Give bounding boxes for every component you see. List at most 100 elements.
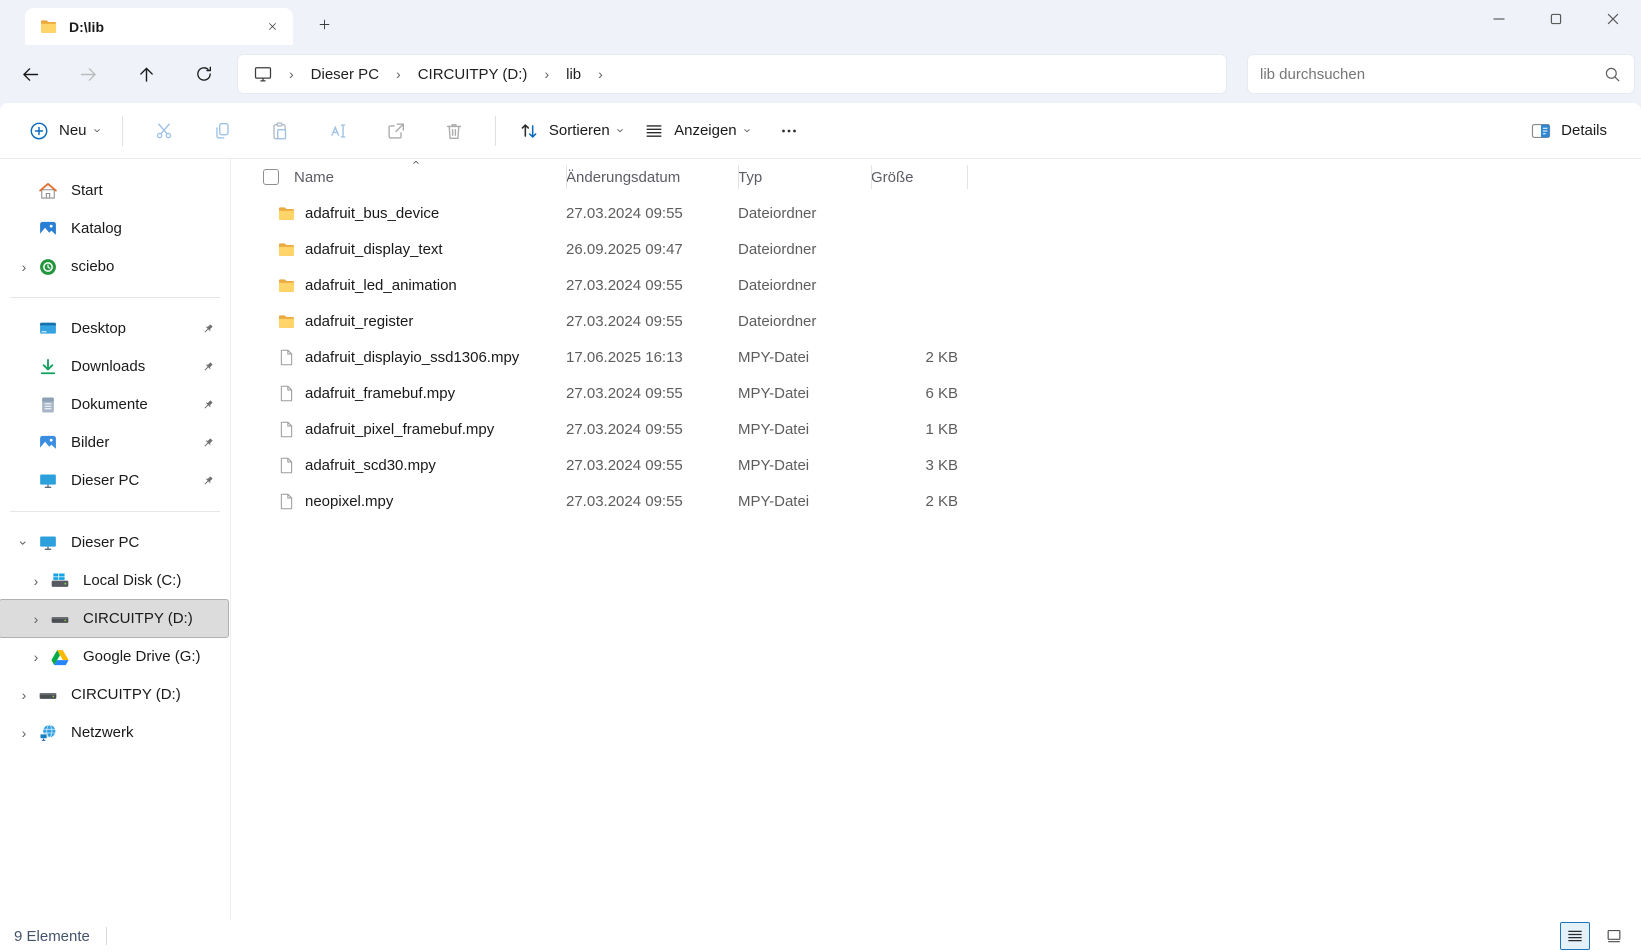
file-name-cell: adafruit_bus_device bbox=[277, 204, 566, 223]
item-count: 9 Elemente bbox=[14, 928, 90, 945]
search-icon[interactable] bbox=[1603, 65, 1622, 84]
explorer-tab[interactable]: D:\lib bbox=[25, 8, 293, 45]
file-row[interactable]: adafruit_led_animation 27.03.2024 09:55 … bbox=[255, 267, 1641, 303]
column-divider[interactable] bbox=[566, 165, 567, 189]
sidebar-item-label: CIRCUITPY (D:) bbox=[83, 610, 193, 627]
file-row[interactable]: adafruit_framebuf.mpy 27.03.2024 09:55 M… bbox=[255, 375, 1641, 411]
sidebar-tree-item[interactable]: › Google Drive (G:) bbox=[0, 638, 226, 675]
file-row[interactable]: adafruit_register 27.03.2024 09:55 Datei… bbox=[255, 303, 1641, 339]
sidebar-item[interactable]: Dieser PC bbox=[0, 462, 226, 499]
breadcrumb-item[interactable]: CIRCUITPY (D:) bbox=[410, 61, 536, 88]
tab-title: D:\lib bbox=[69, 19, 248, 35]
chevron-right-icon[interactable]: › bbox=[589, 66, 612, 82]
sidebar-tree-item[interactable]: › CIRCUITPY (D:) bbox=[0, 676, 226, 713]
column-header-type[interactable]: Typ bbox=[738, 159, 871, 195]
column-header-date[interactable]: Änderungsdatum bbox=[566, 159, 738, 195]
folder-icon bbox=[277, 276, 296, 295]
expander-chevron[interactable]: › bbox=[12, 725, 36, 741]
chevron-right-icon[interactable]: › bbox=[387, 66, 410, 82]
maximize-button[interactable] bbox=[1527, 0, 1584, 38]
list-view-toggle[interactable] bbox=[1560, 922, 1590, 950]
content-sheet: Neu › Sortieren › Anzeigen › bbox=[0, 103, 1641, 952]
column-header-size[interactable]: Größe bbox=[871, 159, 968, 195]
sidebar-item[interactable]: Downloads bbox=[0, 348, 226, 385]
breadcrumb-item[interactable]: Dieser PC bbox=[303, 61, 387, 88]
view-button[interactable]: Anzeigen › bbox=[633, 111, 760, 151]
sidebar-tree-item[interactable]: › Dieser PC bbox=[0, 524, 226, 561]
file-name-cell: neopixel.mpy bbox=[277, 492, 566, 511]
share-button[interactable] bbox=[373, 111, 419, 151]
sidebar-item[interactable]: Bilder bbox=[0, 424, 226, 461]
expander-chevron[interactable]: › bbox=[24, 611, 48, 627]
sidebar-item[interactable]: › sciebo bbox=[0, 248, 226, 285]
disk-windows-icon bbox=[50, 571, 70, 591]
delete-button[interactable] bbox=[431, 111, 477, 151]
file-icon bbox=[277, 420, 296, 439]
chevron-right-icon[interactable]: › bbox=[280, 66, 303, 82]
file-row[interactable]: adafruit_displayio_ssd1306.mpy 17.06.202… bbox=[255, 339, 1641, 375]
sidebar-item-label: Katalog bbox=[71, 220, 122, 237]
expander-chevron[interactable]: › bbox=[24, 573, 48, 589]
file-row[interactable]: adafruit_display_text 26.09.2025 09:47 D… bbox=[255, 231, 1641, 267]
file-type: Dateiordner bbox=[738, 205, 871, 222]
column-divider[interactable] bbox=[967, 165, 968, 189]
sidebar-item[interactable]: Desktop bbox=[0, 310, 226, 347]
file-size: 2 KB bbox=[871, 349, 968, 366]
search-input[interactable] bbox=[1260, 66, 1603, 83]
file-name: neopixel.mpy bbox=[305, 493, 393, 510]
pictures-icon bbox=[38, 433, 58, 453]
select-all-checkbox[interactable] bbox=[263, 169, 279, 185]
tab-close-icon[interactable] bbox=[259, 14, 285, 40]
chevron-right-icon[interactable]: › bbox=[535, 66, 558, 82]
sidebar-item[interactable]: Katalog bbox=[0, 210, 226, 247]
refresh-button[interactable] bbox=[186, 56, 222, 92]
title-bar: D:\lib bbox=[0, 0, 1641, 45]
column-divider[interactable] bbox=[871, 165, 872, 189]
sidebar-item[interactable]: Start bbox=[0, 172, 226, 209]
cut-button[interactable] bbox=[141, 111, 187, 151]
file-rows: adafruit_bus_device 27.03.2024 09:55 Dat… bbox=[255, 195, 1641, 519]
expander-chevron[interactable]: › bbox=[16, 531, 32, 555]
expander-chevron[interactable]: › bbox=[12, 259, 36, 275]
sciebo-icon bbox=[38, 257, 58, 277]
column-divider[interactable] bbox=[738, 165, 739, 189]
tile-view-toggle[interactable] bbox=[1599, 922, 1629, 950]
new-button[interactable]: Neu › bbox=[18, 111, 110, 151]
expander-chevron[interactable]: › bbox=[24, 649, 48, 665]
file-row[interactable]: neopixel.mpy 27.03.2024 09:55 MPY-Datei … bbox=[255, 483, 1641, 519]
column-header-name[interactable]: Name bbox=[292, 159, 566, 195]
file-name-cell: adafruit_framebuf.mpy bbox=[277, 384, 566, 403]
more-button[interactable] bbox=[766, 111, 812, 151]
file-name: adafruit_led_animation bbox=[305, 277, 457, 294]
close-button[interactable] bbox=[1584, 0, 1641, 38]
paste-button[interactable] bbox=[257, 111, 303, 151]
sidebar-tree-item[interactable]: › Netzwerk bbox=[0, 714, 226, 751]
back-button[interactable] bbox=[12, 56, 48, 92]
details-pane-button[interactable]: Details bbox=[1520, 111, 1617, 151]
forward-button[interactable] bbox=[70, 56, 106, 92]
address-bar[interactable]: › Dieser PC › CIRCUITPY (D:) › lib bbox=[237, 54, 1227, 94]
sidebar-item[interactable]: Dokumente bbox=[0, 386, 226, 423]
status-bar: 9 Elemente bbox=[0, 920, 1641, 952]
monitor-icon[interactable] bbox=[246, 57, 280, 91]
breadcrumb-item[interactable]: lib bbox=[558, 61, 589, 88]
sidebar-item-label: CIRCUITPY (D:) bbox=[71, 686, 181, 703]
file-row[interactable]: adafruit_pixel_framebuf.mpy 27.03.2024 0… bbox=[255, 411, 1641, 447]
main-area: Start Katalog › sciebo bbox=[0, 159, 1641, 920]
file-date: 17.06.2025 16:13 bbox=[566, 349, 738, 366]
file-name: adafruit_pixel_framebuf.mpy bbox=[305, 421, 494, 438]
minimize-button[interactable] bbox=[1470, 0, 1527, 38]
expander-chevron[interactable]: › bbox=[12, 687, 36, 703]
toolbar-separator bbox=[495, 116, 496, 146]
sidebar-tree-item[interactable]: › CIRCUITPY (D:) bbox=[0, 600, 228, 637]
file-row[interactable]: adafruit_bus_device 27.03.2024 09:55 Dat… bbox=[255, 195, 1641, 231]
file-name-cell: adafruit_scd30.mpy bbox=[277, 456, 566, 475]
folder-icon bbox=[277, 204, 296, 223]
sidebar-tree-item[interactable]: › Local Disk (C:) bbox=[0, 562, 226, 599]
file-row[interactable]: adafruit_scd30.mpy 27.03.2024 09:55 MPY-… bbox=[255, 447, 1641, 483]
new-tab-button[interactable] bbox=[309, 9, 339, 39]
up-button[interactable] bbox=[128, 56, 164, 92]
copy-button[interactable] bbox=[199, 111, 245, 151]
rename-button[interactable] bbox=[315, 111, 361, 151]
sort-button[interactable]: Sortieren › bbox=[508, 111, 633, 151]
